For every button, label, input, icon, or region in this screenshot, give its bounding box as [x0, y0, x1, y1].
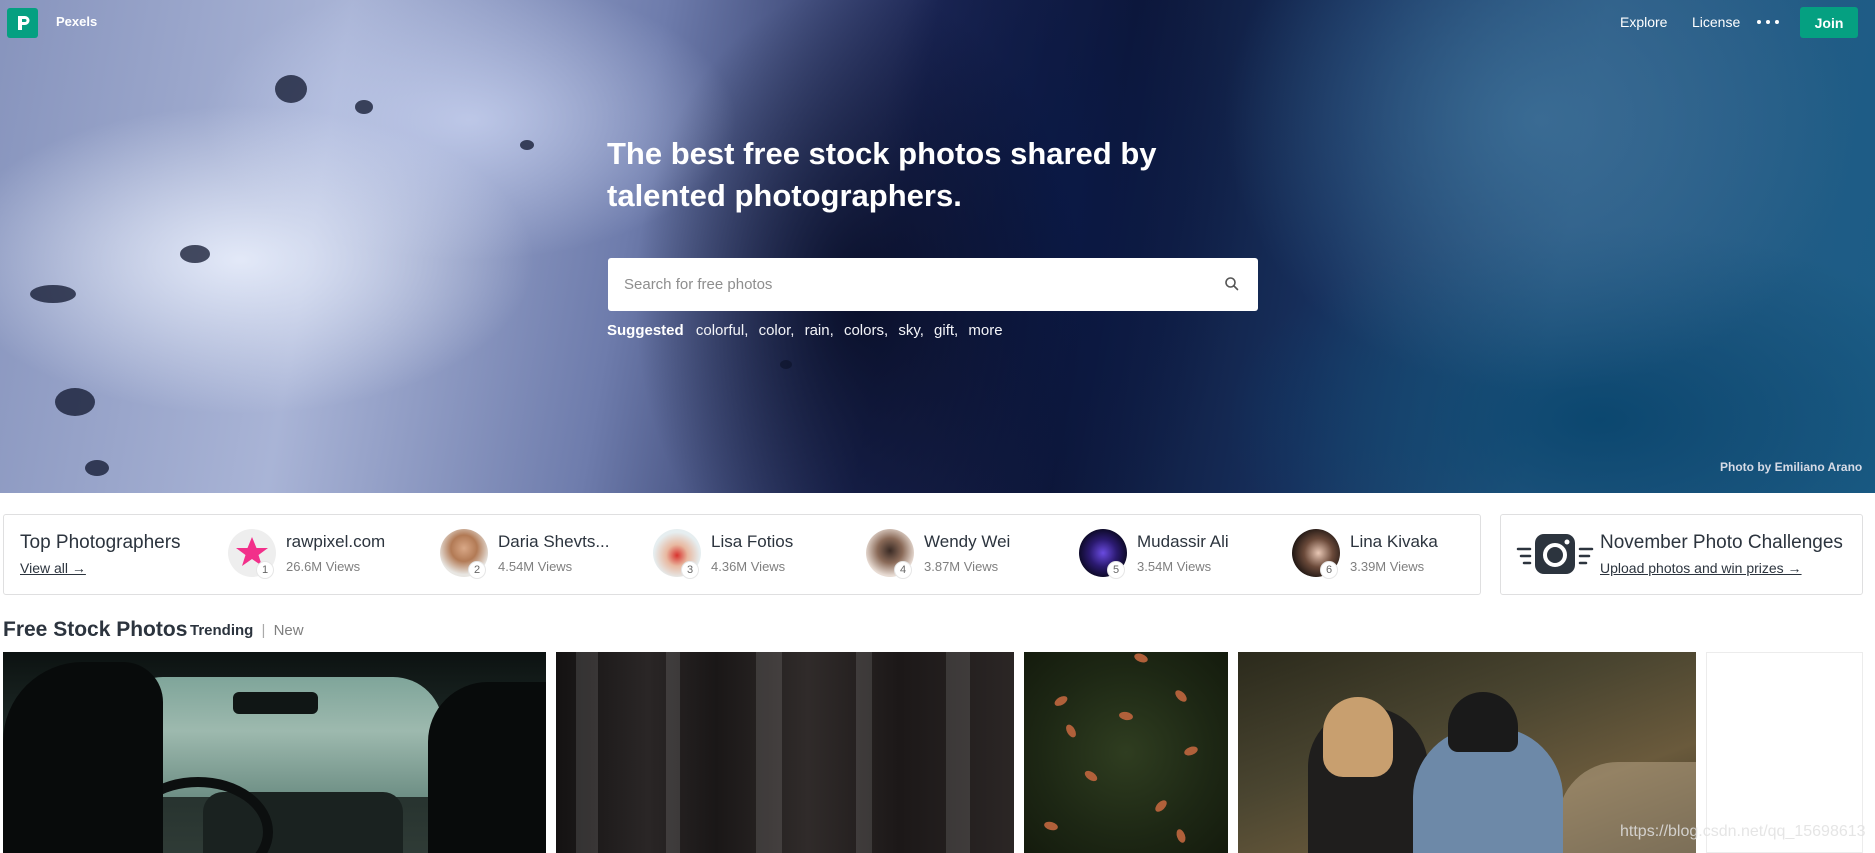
watermark-text: https://blog.csdn.net/qq_15698613 — [1620, 823, 1866, 840]
photographer-views: 26.6M Views — [286, 559, 361, 574]
view-all-link[interactable]: View all → — [20, 560, 86, 576]
photographer-item[interactable]: 3 Lisa Fotios 4.36M Views — [653, 529, 843, 583]
challenges-link[interactable]: Upload photos and win prizes → — [1600, 560, 1802, 576]
tab-trending[interactable]: Trending — [190, 622, 253, 639]
camera-icon — [1516, 532, 1594, 578]
rank-badge: 5 — [1107, 561, 1125, 579]
photographer-views: 4.54M Views — [498, 559, 573, 574]
photographer-name[interactable]: Daria Shevts... — [498, 532, 610, 552]
challenges-title: November Photo Challenges — [1600, 532, 1843, 553]
tab-separator: | — [261, 622, 266, 639]
feed-tabs: Trending | New — [190, 622, 304, 639]
photographer-views: 3.87M Views — [924, 559, 999, 574]
photo-credit[interactable]: Photo by Emiliano Arano — [1720, 460, 1862, 474]
rank-badge: 6 — [1320, 561, 1338, 579]
suggested-searches: Suggested colorful, color, rain, colors,… — [607, 322, 1009, 339]
photographer-item[interactable]: 4 Wendy Wei 3.87M Views — [866, 529, 1056, 583]
rank-badge: 3 — [681, 561, 699, 579]
photographer-views: 3.39M Views — [1350, 559, 1425, 574]
suggested-tag-gift[interactable]: gift, — [934, 322, 958, 339]
suggested-tag-more[interactable]: more — [968, 322, 1002, 339]
hero-title: The best free stock photos shared by tal… — [607, 136, 1157, 213]
free-stock-photos-title: Free Stock Photos — [3, 618, 188, 641]
rank-badge: 4 — [894, 561, 912, 579]
suggested-label: Suggested — [607, 322, 684, 339]
photographer-item[interactable]: 5 Mudassir Ali 3.54M Views — [1079, 529, 1269, 583]
brand-name[interactable]: Pexels — [56, 14, 97, 29]
photographer-name[interactable]: Lisa Fotios — [711, 532, 793, 552]
photographer-views: 3.54M Views — [1137, 559, 1212, 574]
search-icon[interactable] — [1223, 275, 1241, 293]
photographer-item[interactable]: 2 Daria Shevts... 4.54M Views — [440, 529, 630, 583]
top-photographers-title: Top Photographers — [20, 532, 181, 553]
photographer-name[interactable]: rawpixel.com — [286, 532, 385, 552]
suggested-tag-rain[interactable]: rain, — [805, 322, 834, 339]
photographer-views: 4.36M Views — [711, 559, 786, 574]
top-navigation: Pexels Explore License Join — [0, 0, 1875, 44]
photographer-item[interactable]: 6 Lina Kivaka 3.39M Views — [1292, 529, 1482, 583]
join-button[interactable]: Join — [1800, 7, 1858, 38]
photo-card-escalator[interactable] — [556, 652, 1014, 853]
photo-challenges-card[interactable]: November Photo Challenges Upload photos … — [1500, 514, 1863, 595]
photographer-name[interactable]: Wendy Wei — [924, 532, 1010, 552]
photo-card-leaves-grass[interactable] — [1024, 652, 1228, 853]
top-photographers-card: Top Photographers View all → 1 rawpixel.… — [3, 514, 1481, 595]
hero-banner: Pexels Explore License Join The best fre… — [0, 0, 1875, 493]
photo-card-car-interior[interactable] — [3, 652, 546, 853]
suggested-tag-color[interactable]: color, — [759, 322, 795, 339]
photographer-name[interactable]: Lina Kivaka — [1350, 532, 1438, 552]
tab-new[interactable]: New — [274, 622, 304, 639]
search-box — [608, 258, 1258, 311]
more-options-icon[interactable] — [1757, 14, 1779, 30]
pexels-logo-icon[interactable] — [7, 8, 38, 38]
suggested-tag-sky[interactable]: sky, — [898, 322, 924, 339]
suggested-tag-colors[interactable]: colors, — [844, 322, 888, 339]
photographer-item[interactable]: 1 rawpixel.com 26.6M Views — [228, 529, 418, 583]
nav-license-link[interactable]: License — [1692, 14, 1740, 30]
photographer-name[interactable]: Mudassir Ali — [1137, 532, 1229, 552]
rank-badge: 1 — [256, 561, 274, 579]
search-input[interactable] — [608, 258, 1208, 311]
rank-badge: 2 — [468, 561, 486, 579]
nav-explore-link[interactable]: Explore — [1620, 14, 1667, 30]
suggested-tag-colorful[interactable]: colorful, — [696, 322, 749, 339]
